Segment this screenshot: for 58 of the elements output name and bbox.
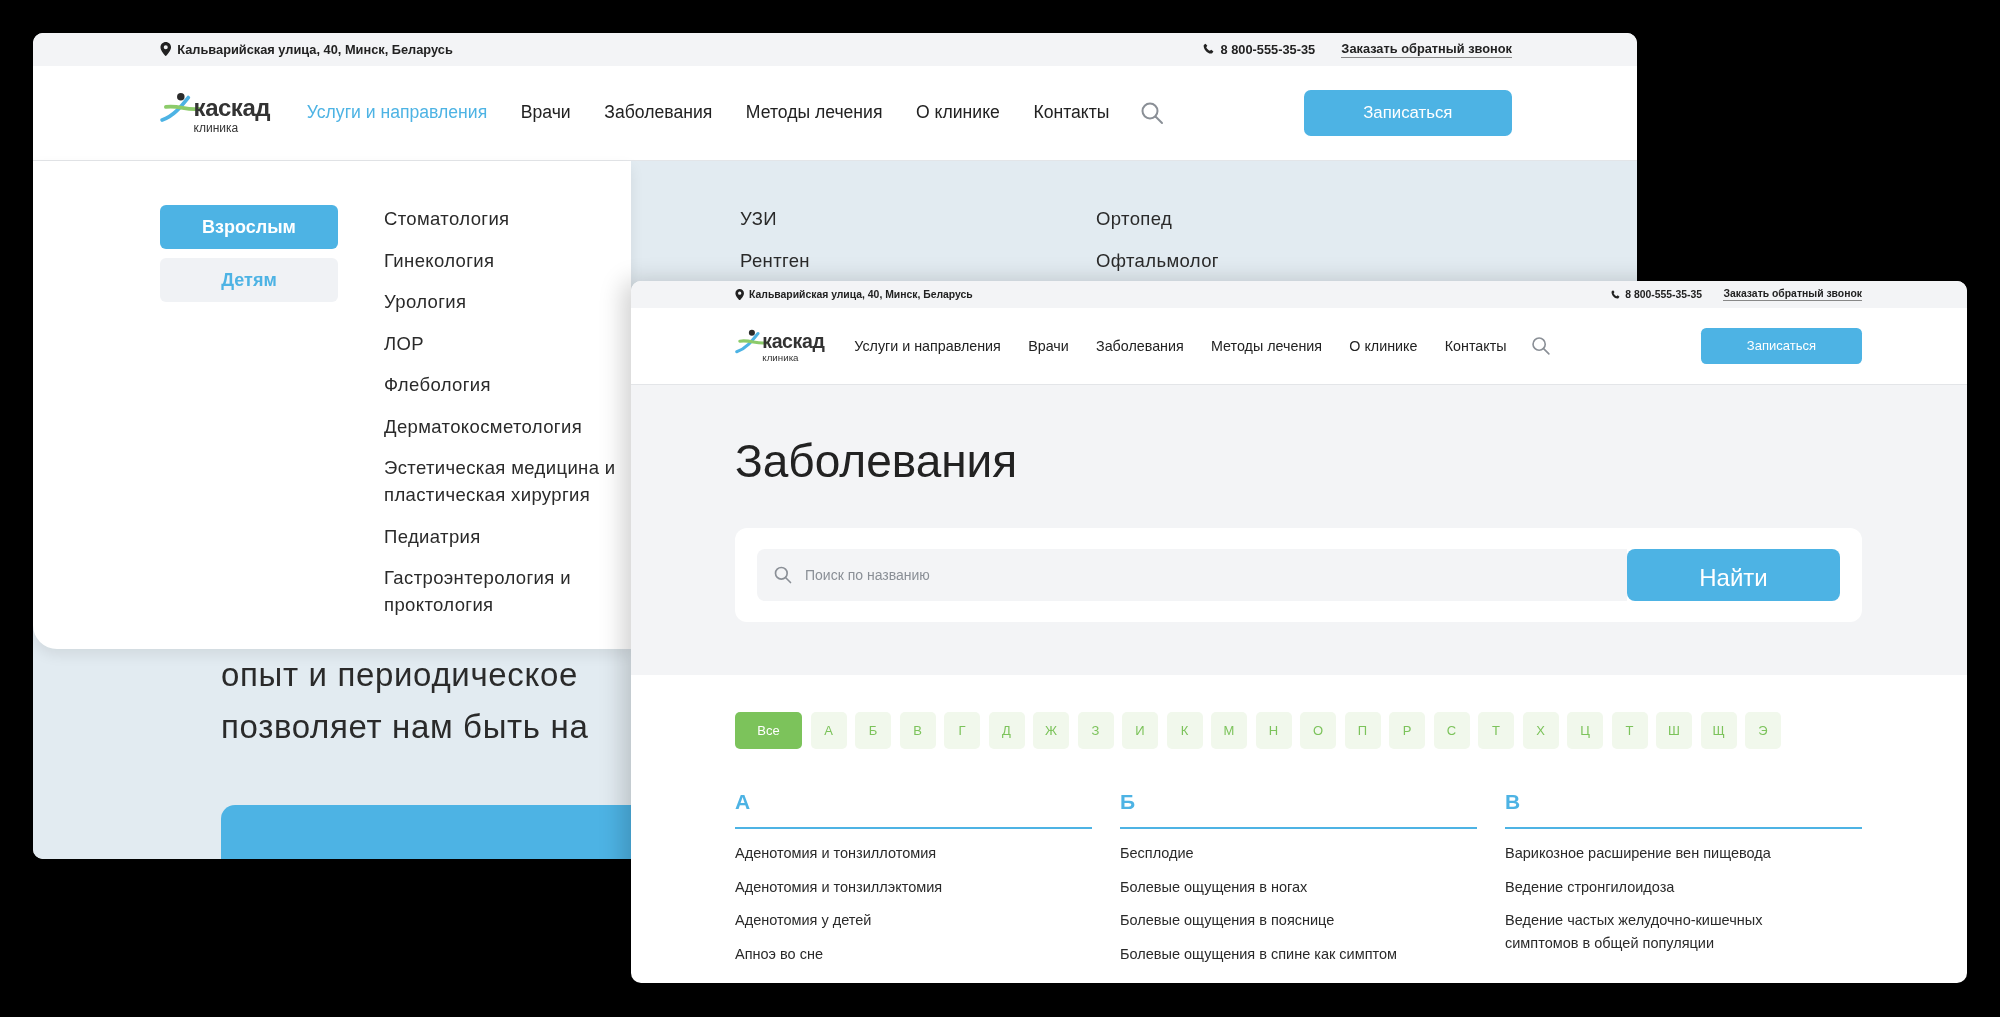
menu-item[interactable]: Педиатрия — [384, 522, 629, 550]
callback-link[interactable]: Заказать обратный звонок — [1341, 40, 1512, 58]
disease-link[interactable]: Аденотомия у детей — [735, 909, 1040, 932]
disease-link[interactable]: Аденотомия и тонзиллотомия — [735, 842, 1040, 865]
location-pin-icon — [735, 288, 745, 301]
disease-link[interactable]: Болевые ощущения в спине как симптом — [1120, 942, 1425, 966]
search-icon[interactable] — [1531, 336, 1551, 356]
menu-item[interactable]: Гинекология — [384, 246, 629, 274]
nav-link[interactable]: Контакты — [1444, 338, 1507, 354]
phone-link[interactable]: 8 800-555-35-35 — [1220, 41, 1316, 57]
nav-link[interactable]: Врачи — [1028, 338, 1069, 354]
menu-item[interactable]: УЗИ — [740, 205, 985, 233]
nav-link[interactable]: О клинике — [916, 102, 1000, 124]
nav-link[interactable]: О клинике — [1349, 338, 1418, 354]
location-pin-icon — [160, 42, 172, 57]
logo-subtitle: клиника — [193, 121, 239, 134]
search-field[interactable]: Поиск по названию — [757, 548, 1627, 601]
phone-link[interactable]: 8 800-555-35-35 — [1625, 288, 1703, 300]
letter-heading: В — [1505, 789, 1862, 829]
menu-item[interactable]: Урология — [384, 288, 629, 316]
letter-heading: Б — [1120, 789, 1477, 829]
nav-link[interactable]: Методы лечения — [745, 102, 883, 124]
letter-heading: А — [735, 789, 1092, 829]
disease-link[interactable]: Болевые ощущения в пояснице — [1120, 909, 1425, 932]
hero-text: опыт и периодическое — [221, 655, 578, 696]
menu-item[interactable]: Флебология — [384, 371, 629, 399]
nav-link[interactable]: Методы лечения — [1211, 338, 1323, 354]
menu-item[interactable]: Дерматокосметология — [384, 412, 629, 440]
callback-link[interactable]: Заказать обратный звонок — [1723, 287, 1862, 301]
disease-link[interactable]: Варикозное расширение вен пищевода — [1505, 842, 1810, 865]
nav-link[interactable]: Врачи — [520, 102, 571, 124]
search-icon[interactable] — [1139, 101, 1164, 125]
address-text: Кальварийская улица, 40, Минск, Беларусь — [177, 41, 453, 57]
disease-link[interactable]: Ведение частых желудочно-кишечных симптомов в общей популяции — [1505, 909, 1810, 955]
menu-item[interactable]: Офтальмолог — [1096, 246, 1341, 274]
disease-link[interactable]: Болевые ощущения в ногах — [1120, 875, 1425, 899]
logo-subtitle: клиника — [762, 353, 800, 363]
menu-item[interactable]: Стоматология — [384, 205, 629, 233]
disease-link[interactable]: Бесплодие — [1120, 842, 1425, 865]
logo-wordmark: каскад — [762, 332, 825, 352]
nav-link[interactable]: Заболевания — [1096, 338, 1184, 354]
logo-wordmark: каскад — [193, 96, 270, 120]
phone-icon — [1611, 288, 1621, 301]
menu-item[interactable]: Рентген — [740, 246, 985, 274]
nav-link[interactable]: Услуги и направления — [854, 338, 1001, 354]
page-title: Заболевания — [735, 434, 1019, 490]
nav-link[interactable]: Контакты — [1033, 102, 1110, 124]
hero-text: позволяет нам быть на — [221, 707, 589, 748]
disease-link[interactable]: Аденотомия и тонзиллэктомия — [735, 875, 1040, 899]
nav-link[interactable]: Заболевания — [604, 102, 713, 124]
menu-item[interactable]: Эстетическая медицина и пластическая хирургия — [384, 454, 629, 509]
address-text: Кальварийская улица, 40, Минск, Беларусь — [749, 288, 973, 300]
menu-item[interactable]: Гастроэнтерология и проктология — [384, 564, 629, 619]
menu-item[interactable]: ЛОР — [384, 329, 629, 357]
disease-link[interactable]: Апноэ во сне — [735, 942, 1040, 966]
phone-icon — [1203, 42, 1215, 57]
disease-link[interactable]: Ведение стронгилоидоза — [1505, 875, 1810, 899]
menu-item[interactable]: Ортопед — [1096, 205, 1341, 233]
